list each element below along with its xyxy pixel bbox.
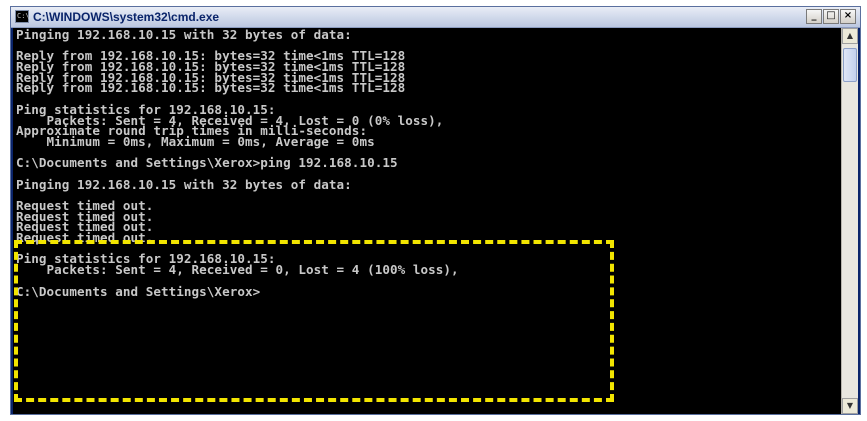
console-app-icon[interactable]: C:\ (15, 10, 30, 23)
console-output[interactable]: Pinging 192.168.10.15 with 32 bytes of d… (13, 28, 841, 414)
vertical-scrollbar[interactable]: ▲ ▼ (841, 28, 858, 414)
minimize-button[interactable]: _ (806, 9, 822, 24)
console-line: Reply from 192.168.10.15: bytes=32 time<… (16, 80, 406, 96)
caption-buttons: _ □ × (806, 9, 856, 24)
console-line: Packets: Sent = 4, Received = 0, Lost = … (16, 262, 459, 278)
scroll-up-arrow-icon[interactable]: ▲ (842, 28, 858, 44)
console-line: Pinging 192.168.10.15 with 32 bytes of d… (16, 28, 352, 42)
close-button[interactable]: × (840, 9, 856, 24)
console-line: C:\Documents and Settings\Xerox> (16, 283, 261, 299)
maximize-button[interactable]: □ (823, 9, 839, 24)
console-line: Minimum = 0ms, Maximum = 0ms, Average = … (16, 133, 375, 149)
cmd-window: C:\ C:\WINDOWS\system32\cmd.exe _ □ × Pi… (10, 6, 861, 415)
console-lines: Pinging 192.168.10.15 with 32 bytes of d… (16, 28, 459, 299)
console-line: Pinging 192.168.10.15 with 32 bytes of d… (16, 176, 352, 192)
console-line: C:\Documents and Settings\Xerox>ping 192… (16, 155, 398, 171)
title-bar[interactable]: C:\ C:\WINDOWS\system32\cmd.exe _ □ × (11, 7, 860, 28)
window-title: C:\WINDOWS\system32\cmd.exe (33, 10, 220, 24)
scroll-down-arrow-icon[interactable]: ▼ (842, 398, 858, 414)
console-line: Request timed out. (16, 230, 154, 246)
scrollbar-thumb[interactable] (843, 48, 857, 82)
